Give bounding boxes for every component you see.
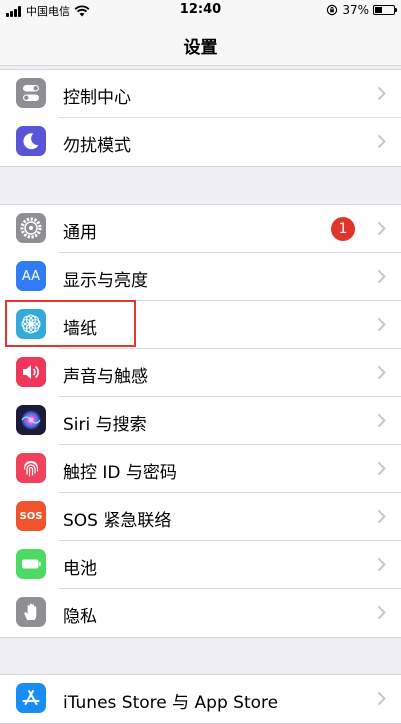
settings-row-label: 电池 — [63, 559, 97, 579]
settings-row-label: 墙纸 — [63, 319, 97, 339]
status-right: 37% — [326, 3, 397, 17]
settings-row-siri-search[interactable]: Siri 与搜索 — [0, 397, 401, 445]
sos-icon-text: SOS — [19, 510, 43, 522]
display-icon-text: AA — [21, 268, 41, 284]
settings-row-label: 通用 — [63, 223, 97, 243]
settings-row-label: iTunes Store 与 App Store — [63, 693, 279, 713]
wallpaper-icon — [16, 309, 46, 339]
settings-row-sounds-haptics[interactable]: 声音与触感 — [0, 349, 401, 397]
battery-status-icon — [373, 5, 397, 15]
speaker-icon — [16, 357, 46, 387]
settings-row-label: 控制中心 — [63, 88, 131, 108]
settings-row-label: 勿扰模式 — [63, 136, 131, 156]
chevron-right-icon — [377, 605, 386, 620]
chevron-right-icon — [377, 509, 386, 524]
chevron-right-icon — [377, 134, 386, 149]
settings-row-label: Siri 与搜索 — [63, 415, 147, 435]
settings-row-battery[interactable]: 电池 — [0, 541, 401, 589]
chevron-right-icon — [377, 86, 386, 101]
settings-row-general[interactable]: 通用 1 — [0, 205, 401, 253]
control-center-icon — [16, 78, 46, 108]
settings-row-label: 声音与触感 — [63, 367, 148, 387]
settings-row-label: 隐私 — [63, 607, 97, 627]
chevron-right-icon — [377, 269, 386, 284]
settings-group-3: iTunes Store 与 App Store — [0, 674, 401, 724]
settings-row-label: SOS 紧急联络 — [63, 511, 172, 531]
settings-row-touch-id-passcode[interactable]: 触控 ID 与密码 — [0, 445, 401, 493]
battery-icon — [16, 549, 46, 579]
settings-row-emergency-sos[interactable]: SOS SOS 紧急联络 — [0, 493, 401, 541]
nav-bar: 设置 — [0, 20, 401, 66]
settings-group-2: 通用 1 AA 显示与亮度 墙纸 声音与触感 Siri 与搜索 触控 ID 与密… — [0, 204, 401, 638]
settings-row-label: 触控 ID 与密码 — [63, 463, 177, 483]
chevron-right-icon — [377, 365, 386, 380]
chevron-right-icon — [377, 461, 386, 476]
settings-group-1: 控制中心 勿扰模式 — [0, 69, 401, 167]
chevron-right-icon — [377, 691, 386, 706]
status-bar: 中国电信 12:40 37% — [0, 0, 401, 20]
chevron-right-icon — [377, 317, 386, 332]
settings-row-display-brightness[interactable]: AA 显示与亮度 — [0, 253, 401, 301]
settings-row-privacy[interactable]: 隐私 — [0, 589, 401, 637]
battery-percent: 37% — [342, 3, 369, 17]
hand-icon — [16, 597, 46, 627]
app-store-icon — [16, 683, 46, 713]
notification-badge: 1 — [331, 217, 355, 241]
chevron-right-icon — [377, 221, 386, 236]
page-title: 设置 — [183, 38, 218, 58]
fingerprint-icon — [16, 453, 46, 483]
gear-icon — [16, 213, 46, 243]
rotation-lock-icon — [327, 4, 338, 16]
settings-row-label: 显示与亮度 — [63, 271, 148, 291]
chevron-right-icon — [377, 413, 386, 428]
moon-icon — [16, 126, 46, 156]
settings-row-control-center[interactable]: 控制中心 — [0, 70, 401, 118]
sos-icon: SOS — [16, 501, 46, 531]
settings-row-wallpaper[interactable]: 墙纸 — [0, 301, 401, 349]
display-icon: AA — [16, 261, 46, 291]
siri-icon — [16, 405, 46, 435]
chevron-right-icon — [377, 557, 386, 572]
settings-row-do-not-disturb[interactable]: 勿扰模式 — [0, 118, 401, 166]
settings-row-itunes-app-store[interactable]: iTunes Store 与 App Store — [0, 675, 401, 723]
